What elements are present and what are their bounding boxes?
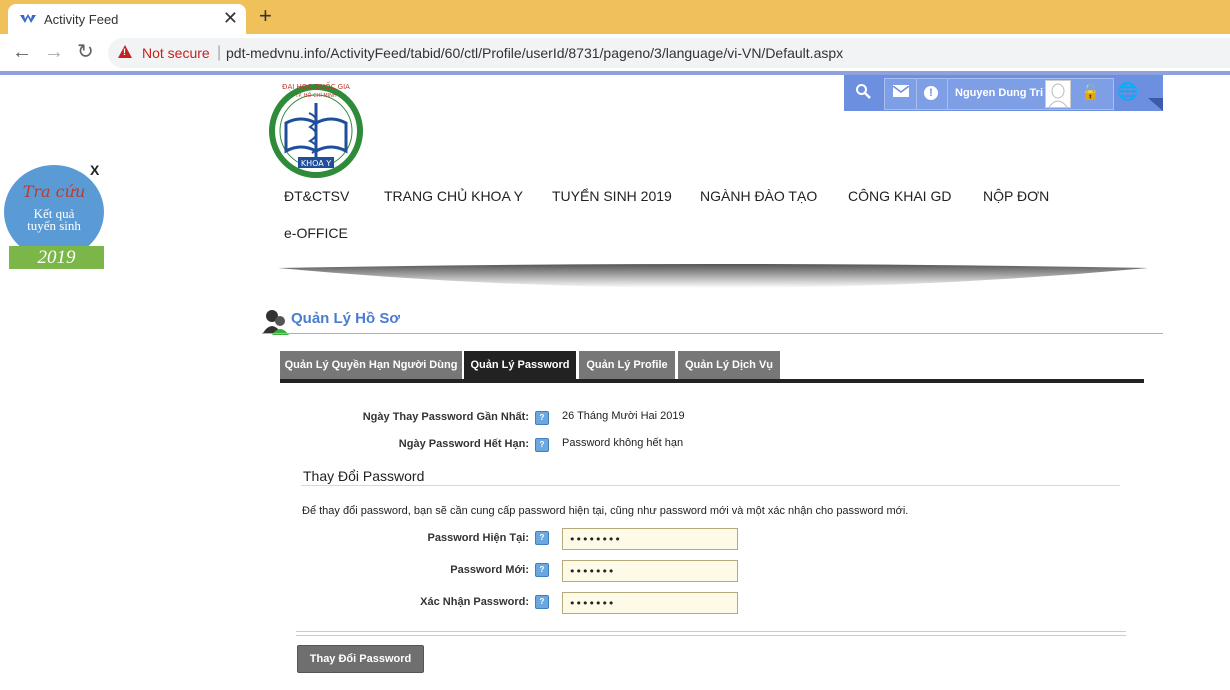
browser-tab[interactable]: Activity Feed ✕ [8, 4, 246, 34]
back-icon[interactable]: ← [12, 42, 32, 62]
banner-line1: Tra cứu [22, 182, 86, 201]
faculty-logo[interactable]: KHOA Y ĐẠI HỌC QUỐC GIA TP. HỒ CHÍ MINH [264, 79, 368, 179]
expires-value: Password không hết hạn [562, 437, 684, 449]
tabs-underline [280, 379, 1144, 383]
help-icon[interactable]: ? [535, 563, 549, 577]
tab-close-icon[interactable]: ✕ [223, 8, 238, 28]
profile-tabs: Quản Lý Quyền Hạn Người Dùng Quản Lý Pas… [280, 351, 1144, 383]
divider [916, 79, 917, 109]
mail-icon[interactable] [892, 85, 910, 97]
help-icon[interactable]: ? [535, 531, 549, 545]
tab-profile[interactable]: Quản Lý Profile [579, 351, 675, 379]
new-tab-button[interactable]: + [259, 4, 272, 28]
banner-year: 2019 [9, 246, 104, 269]
site-favicon-icon [20, 14, 36, 23]
confirm-password-label: Xác Nhận Password: [420, 596, 529, 608]
current-password-label: Password Hiện Tại: [427, 532, 529, 544]
tab-password[interactable]: Quản Lý Password [464, 351, 576, 379]
users-icon [263, 310, 289, 335]
avatar[interactable] [1045, 80, 1071, 108]
section-divider [301, 485, 1120, 486]
forward-icon[interactable]: → [44, 42, 64, 62]
user-toolbar: ! Nguyen Dung Tri 🔓 🌐 [844, 75, 1163, 111]
help-icon[interactable]: ? [535, 411, 549, 425]
notifications-icon[interactable]: ! [924, 86, 938, 100]
nav-item-home[interactable]: TRANG CHỦ KHOA Y [384, 188, 523, 204]
change-password-button[interactable]: Thay Đổi Password [297, 645, 424, 673]
module-title-divider [262, 333, 1163, 334]
tab-services[interactable]: Quản Lý Dịch Vụ [678, 351, 780, 379]
warning-mark: ! [123, 47, 126, 57]
last-changed-value: 26 Tháng Mười Hai 2019 [562, 410, 685, 422]
url-separator: | [217, 44, 222, 61]
current-password-input[interactable]: •••••••• [562, 528, 738, 550]
nav-item-admission[interactable]: TUYỂN SINH 2019 [552, 188, 672, 204]
tab-title: Activity Feed [44, 12, 119, 27]
nav-item-programs[interactable]: NGÀNH ĐÀO TẠO [700, 188, 817, 204]
nav-item-eoffice[interactable]: e-OFFICE [284, 225, 348, 241]
tab-user-roles[interactable]: Quản Lý Quyền Hạn Người Dùng [280, 351, 462, 379]
expires-label: Ngày Password Hết Hạn: [398, 438, 529, 450]
help-icon[interactable]: ? [535, 438, 549, 452]
admission-lookup-banner[interactable]: X Tra cứu Kết quả tuyển sinh 2019 [4, 162, 104, 272]
banner-line2-b: tuyển sinh [27, 218, 81, 233]
language-globe-icon[interactable]: 🌐 [1117, 82, 1138, 102]
logo-bottom-text: KHOA Y [301, 159, 331, 168]
user-name-link[interactable]: Nguyen Dung Tri [955, 87, 1043, 99]
nav-item-public[interactable]: CÔNG KHAI GD [848, 188, 951, 204]
browser-tab-strip: Activity Feed ✕ + [0, 0, 1230, 34]
banner-close-button[interactable]: X [90, 162, 99, 178]
section-title: Thay Đổi Password [303, 468, 425, 484]
browser-toolbar: ← → ↻ ! Not secure | pdt-medvnu.info/Act… [0, 34, 1230, 72]
new-password-input[interactable]: ••••••• [562, 560, 738, 582]
reload-icon[interactable]: ↻ [77, 42, 94, 62]
form-divider [296, 631, 1126, 636]
help-icon[interactable]: ? [535, 595, 549, 609]
user-controls: ! Nguyen Dung Tri [884, 78, 1114, 110]
divider [947, 79, 948, 109]
address-bar[interactable]: ! Not secure | pdt-medvnu.info/ActivityF… [108, 38, 1230, 68]
module-title: Quản Lý Hồ Sơ [291, 310, 401, 327]
nav-shadow-divider [278, 264, 1148, 288]
last-changed-label: Ngày Thay Password Gần Nhất: [362, 411, 529, 423]
security-indicator[interactable]: Not secure [142, 45, 210, 61]
new-password-label: Password Mới: [450, 564, 529, 576]
search-icon[interactable] [855, 83, 871, 99]
nav-item-apply[interactable]: NỘP ĐƠN [983, 188, 1049, 204]
url-text[interactable]: pdt-medvnu.info/ActivityFeed/tabid/60/ct… [226, 45, 843, 61]
logout-lock-icon[interactable]: 🔓 [1081, 83, 1100, 101]
userbar-fold [1148, 98, 1163, 111]
nav-item-dtctsv[interactable]: ĐT&CTSV [284, 188, 349, 204]
logo-top-text: ĐẠI HỌC QUỐC GIA [282, 81, 350, 91]
section-description: Để thay đổi password, bạn sẽ cần cung cấ… [302, 505, 909, 517]
confirm-password-input[interactable]: ••••••• [562, 592, 738, 614]
banner-line2: Kết quả tuyển sinh [4, 207, 104, 233]
